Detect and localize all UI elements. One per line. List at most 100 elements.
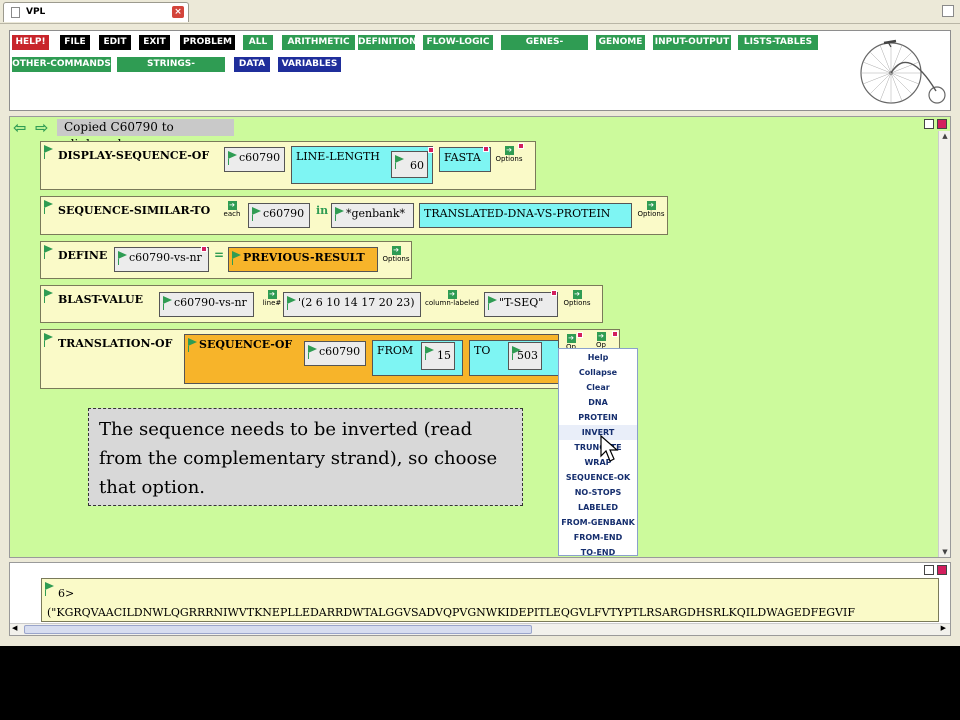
keyword-label: TO: [474, 344, 491, 357]
category-all[interactable]: ALL: [243, 35, 273, 50]
translated-mode-keyword[interactable]: TRANSLATED-DNA-VS-PROTEIN: [419, 203, 632, 228]
menu-item-to-end[interactable]: TO-END: [559, 545, 637, 560]
scroll-up-icon[interactable]: ▲: [940, 131, 950, 141]
variable-name: c60790-vs-nr: [129, 251, 202, 264]
arg-slot[interactable]: c60790: [304, 341, 366, 366]
block-blast-value[interactable]: BLAST-VALUE c60790-vs-nr ➔ line# '(2 6 10…: [40, 285, 603, 323]
options-label: Options: [495, 155, 523, 163]
options-label: Options: [563, 299, 591, 307]
category-input-output[interactable]: INPUT-OUTPUT: [653, 35, 731, 50]
maximize-output-icon[interactable]: [924, 565, 934, 575]
maximize-workspace-icon[interactable]: [924, 119, 934, 129]
close-x-icon[interactable]: [551, 290, 557, 296]
menu-item-help[interactable]: Help: [559, 350, 637, 365]
options-button[interactable]: ➔ Options: [635, 201, 667, 223]
workspace-vscroll[interactable]: ▲ ▼: [938, 131, 950, 557]
category-lists-tables[interactable]: LISTS-TABLES: [738, 35, 818, 50]
result-prompt: 6>: [58, 587, 75, 600]
arrow-icon: ➔: [267, 290, 277, 299]
options-context-menu: Help Collapse Clear DNA PROTEIN INVERT T…: [558, 348, 638, 557]
category-definition[interactable]: DEFINITION: [358, 35, 417, 50]
close-x-icon[interactable]: [612, 331, 618, 337]
forward-arrow-icon[interactable]: ⇨: [35, 120, 53, 136]
value-label: PREVIOUS-RESULT: [243, 251, 365, 264]
menu-item-sequence-ok[interactable]: SEQUENCE-OK: [559, 470, 637, 485]
help-button[interactable]: HELP!: [12, 35, 49, 50]
line-length-value[interactable]: 60: [391, 151, 428, 178]
menu-item-no-stops[interactable]: NO-STOPS: [559, 485, 637, 500]
problem-button[interactable]: PROBLEM: [180, 35, 235, 50]
category-arithmetic[interactable]: ARITHMETIC: [282, 35, 355, 50]
flag-icon: [252, 207, 261, 221]
category-strings-sequences[interactable]: STRINGS-SEQUENCES: [117, 57, 225, 84]
scroll-thumb[interactable]: [24, 625, 532, 634]
scroll-down-icon[interactable]: ▼: [940, 547, 950, 557]
output-hscroll[interactable]: ◀ ▶: [10, 623, 950, 635]
menu-item-from-genbank[interactable]: FROM-GENBANK: [559, 515, 637, 530]
previous-result-slot[interactable]: PREVIOUS-RESULT: [228, 247, 378, 272]
arg-slot[interactable]: c60790: [224, 147, 285, 172]
database-slot[interactable]: *genbank*: [331, 203, 414, 228]
keyword-label: TRANSLATED-DNA-VS-PROTEIN: [424, 207, 611, 220]
tab-vpl[interactable]: VPL ×: [3, 2, 189, 22]
close-x-icon[interactable]: [428, 147, 434, 153]
keyword-label: FROM: [377, 344, 414, 357]
close-x-icon[interactable]: [577, 332, 583, 338]
column-labeled-toggle[interactable]: ➔ column-labeled: [424, 290, 480, 312]
tab-bar: VPL ×: [0, 0, 960, 24]
block-display-sequence-of[interactable]: DISPLAY-SEQUENCE-OF c60790 LINE-LENGTH 6…: [40, 141, 536, 190]
menu-item-invert[interactable]: INVERT: [559, 425, 637, 440]
menu-item-dna[interactable]: DNA: [559, 395, 637, 410]
exit-button[interactable]: EXIT: [139, 35, 170, 50]
options-button[interactable]: ➔ Options: [561, 290, 593, 312]
scroll-right-icon[interactable]: ▶: [941, 624, 946, 632]
arg-slot[interactable]: c60790: [248, 203, 310, 228]
category-flow-logic[interactable]: FLOW-LOGIC: [423, 35, 493, 50]
maximize-icon[interactable]: [942, 5, 954, 17]
back-arrow-icon[interactable]: ⇦: [13, 120, 31, 136]
options-button[interactable]: ➔ Options: [493, 146, 525, 168]
menu-item-labeled[interactable]: LABELED: [559, 500, 637, 515]
options-button[interactable]: ➔ Options: [380, 246, 412, 268]
number-value: 15: [437, 349, 451, 362]
database-value: *genbank*: [346, 207, 405, 220]
menu-item-clear[interactable]: Clear: [559, 380, 637, 395]
flag-icon: [228, 151, 237, 165]
each-toggle[interactable]: ➔ each: [216, 201, 248, 223]
data-button[interactable]: DATA: [234, 57, 270, 72]
result-box[interactable]: 6> ("KGRQVAACILDNWLQGRRRNIWVTKNEPLLEDARR…: [41, 578, 939, 622]
category-genome[interactable]: GENOME: [596, 35, 645, 50]
close-x-icon[interactable]: [201, 246, 207, 252]
menu-item-truncate[interactable]: TRUNCATE: [559, 440, 637, 455]
flag-icon: [163, 296, 172, 310]
options-label: Options: [637, 210, 665, 218]
close-x-icon[interactable]: [483, 146, 489, 152]
to-value[interactable]: 503: [508, 342, 542, 370]
close-workspace-icon[interactable]: [937, 119, 947, 129]
category-genes-proteins[interactable]: GENES-PROTEINS: [501, 35, 588, 62]
category-other-commands[interactable]: OTHER-COMMANDS: [12, 57, 111, 72]
options-arrow-icon: ➔: [646, 201, 656, 210]
scroll-left-icon[interactable]: ◀: [12, 624, 17, 632]
close-output-icon[interactable]: [937, 565, 947, 575]
edit-button[interactable]: EDIT: [99, 35, 131, 50]
close-tab-icon[interactable]: ×: [172, 6, 184, 18]
menu-item-wrap[interactable]: WRAP: [559, 455, 637, 470]
label-slot[interactable]: "T-SEQ": [484, 292, 558, 317]
menu-item-protein[interactable]: PROTEIN: [559, 410, 637, 425]
arg-slot[interactable]: c60790-vs-nr: [159, 292, 254, 317]
block-define[interactable]: DEFINE c60790-vs-nr = PREVIOUS-RESULT ➔ O…: [40, 241, 412, 279]
flag-icon: [44, 245, 53, 259]
variables-button[interactable]: VARIABLES: [278, 57, 341, 72]
menu-item-from-end[interactable]: FROM-END: [559, 530, 637, 545]
close-x-icon[interactable]: [518, 143, 524, 149]
file-button[interactable]: FILE: [60, 35, 90, 50]
menu-item-collapse[interactable]: Collapse: [559, 365, 637, 380]
block-translation-of[interactable]: TRANSLATION-OF SEQUENCE-OF c60790 FROM 1…: [40, 329, 620, 389]
from-value[interactable]: 15: [421, 342, 455, 370]
options-arrow-icon: ➔: [504, 146, 514, 155]
variable-slot[interactable]: c60790-vs-nr: [114, 247, 209, 272]
columns-list-slot[interactable]: '(2 6 10 14 17 20 23): [283, 292, 421, 317]
block-sequence-similar-to[interactable]: SEQUENCE-SIMILAR-TO ➔ each c60790 in *gen…: [40, 196, 668, 235]
options-arrow-icon: ➔: [566, 334, 576, 343]
